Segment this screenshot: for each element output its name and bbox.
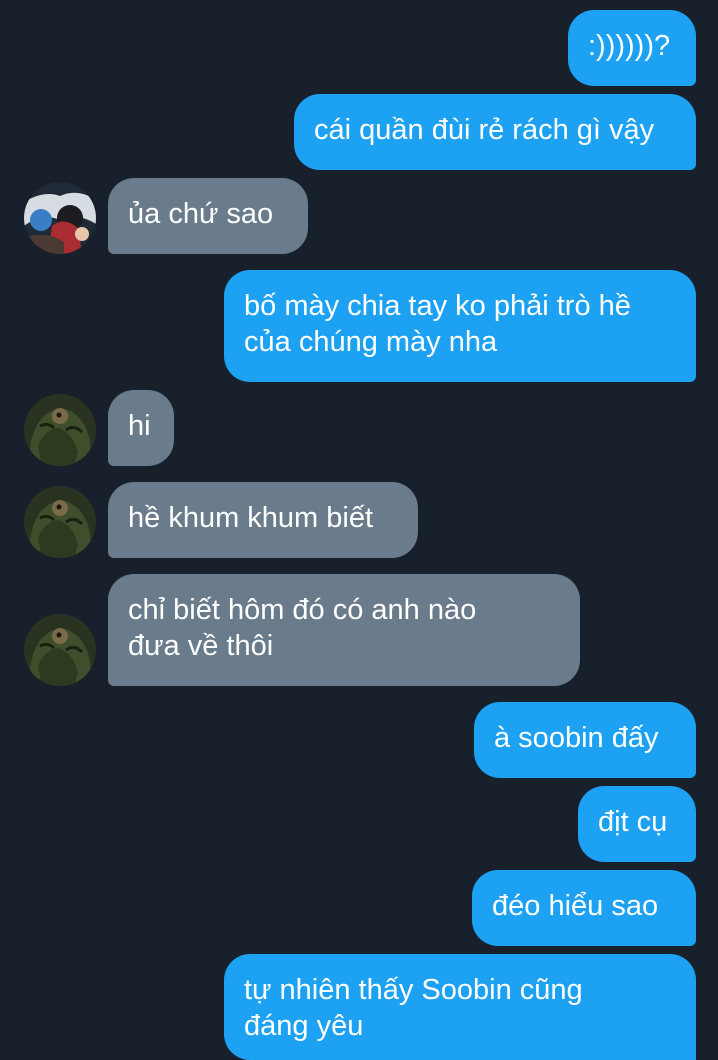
incoming-message-bubble[interactable]: hi — [108, 390, 174, 466]
illustrated-profile-avatar-icon[interactable] — [24, 182, 96, 254]
outgoing-message-bubble[interactable]: tự nhiên thấy Soobin cũng đáng yêu — [224, 954, 696, 1060]
outgoing-message-bubble[interactable]: đéo hiểu sao — [472, 870, 696, 946]
incoming-message-bubble[interactable]: chỉ biết hôm đó có anh nào đưa về thôi — [108, 574, 580, 686]
incoming-message-bubble[interactable]: hề khum khum biết — [108, 482, 418, 558]
green-profile-avatar-icon[interactable] — [24, 394, 96, 466]
outgoing-message-bubble[interactable]: cái quần đùi rẻ rách gì vậy — [294, 94, 696, 170]
outgoing-message-bubble[interactable]: địt cụ — [578, 786, 696, 862]
incoming-message-bubble[interactable]: ủa chứ sao — [108, 178, 308, 254]
outgoing-message-bubble[interactable]: à soobin đấy — [474, 702, 696, 778]
outgoing-message-bubble[interactable]: bố mày chia tay ko phải trò hề của chúng… — [224, 270, 696, 382]
green-profile-avatar-icon[interactable] — [24, 614, 96, 686]
green-profile-avatar-icon[interactable] — [24, 486, 96, 558]
outgoing-message-bubble[interactable]: :))))))? — [568, 10, 696, 86]
chat-thread: :))))))? cái quần đùi rẻ rách gì vậy ủa … — [0, 0, 718, 1060]
